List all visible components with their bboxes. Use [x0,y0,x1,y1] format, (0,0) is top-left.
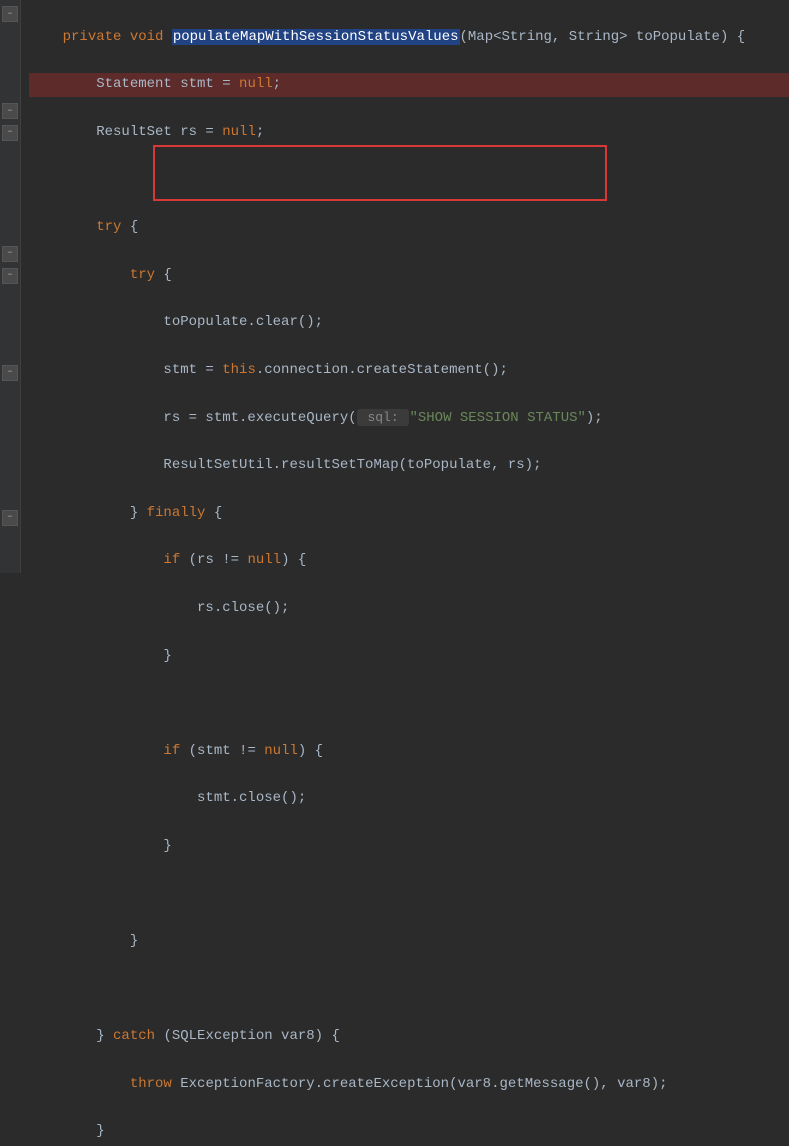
code-area[interactable]: private void populateMapWithSessionStatu… [21,0,789,573]
code-line[interactable]: throw ExceptionFactory.createException(v… [29,1073,789,1097]
keyword: catch [113,1028,163,1044]
keyword: try [29,267,163,283]
fold-toggle-icon[interactable]: − [2,246,18,262]
keyword: private [63,29,130,45]
parameter-hint: sql: [357,409,410,426]
code-line[interactable]: private void populateMapWithSessionStatu… [29,26,789,50]
code-line-blank[interactable] [29,978,789,1002]
code-text: { [130,219,138,235]
code-line[interactable]: rs = stmt.executeQuery( sql: "SHOW SESSI… [29,407,789,431]
code-text: (Map<String, String> toPopulate) { [460,29,746,45]
code-line[interactable]: } [29,645,789,669]
code-text: (SQLException var8) { [163,1028,339,1044]
gutter: − − − − − − − [0,0,21,573]
code-line[interactable]: } [29,1120,789,1144]
keyword-null: null [239,76,273,92]
string-literal: "SHOW SESSION STATUS" [409,410,585,426]
code-text: ; [273,76,281,92]
code-line[interactable]: rs.close(); [29,597,789,621]
code-text: stmt = [29,362,222,378]
code-text: ) { [281,552,306,568]
code-line[interactable]: ResultSet rs = null; [29,121,789,145]
code-line[interactable]: } finally { [29,502,789,526]
code-line[interactable]: toPopulate.clear(); [29,311,789,335]
code-text: ResultSetUtil.resultSetToMap(toPopulate,… [29,457,541,473]
code-text: ; [256,124,264,140]
code-line[interactable]: try { [29,264,789,288]
code-line[interactable]: } catch (SQLException var8) { [29,1025,789,1049]
code-text: } [29,838,172,854]
code-text: Statement stmt = [29,76,239,92]
code-line-blank[interactable] [29,169,789,193]
keyword-null: null [247,552,281,568]
keyword-this: this [222,362,256,378]
keyword-null: null [264,743,298,759]
keyword: void [130,29,172,45]
fold-toggle-icon[interactable]: − [2,6,18,22]
code-line[interactable]: stmt.close(); [29,787,789,811]
code-line-blank[interactable] [29,882,789,906]
code-text: (rs != [189,552,248,568]
code-text: ExceptionFactory.createException(var8.ge… [180,1076,667,1092]
code-line[interactable]: if (rs != null) { [29,549,789,573]
code-text: ) { [298,743,323,759]
keyword: throw [29,1076,180,1092]
code-text: { [214,505,222,521]
code-text: ); [586,410,603,426]
code-line[interactable]: if (stmt != null) { [29,740,789,764]
code-text: ResultSet rs = [29,124,222,140]
code-text: } [29,933,138,949]
code-text: } [29,648,172,664]
fold-toggle-icon[interactable]: − [2,125,18,141]
keyword: finally [147,505,214,521]
code-line[interactable]: try { [29,216,789,240]
code-text: .connection.createStatement(); [256,362,508,378]
code-text: } [29,1123,105,1139]
keyword: if [29,743,189,759]
keyword: try [29,219,130,235]
code-text: rs = stmt.executeQuery( [29,410,357,426]
code-line-error[interactable]: Statement stmt = null; [29,73,789,97]
keyword: if [29,552,189,568]
code-editor[interactable]: − − − − − − − private void po [0,0,789,573]
code-text: rs.close(); [29,600,289,616]
code-text: } [29,1028,113,1044]
code-text: } [29,505,147,521]
code-line[interactable]: } [29,835,789,859]
code-text: { [163,267,171,283]
fold-toggle-icon[interactable]: − [2,268,18,284]
selected-method-name: populateMapWithSessionStatusValues [172,29,460,45]
code-line-blank[interactable] [29,692,789,716]
keyword-null: null [222,124,256,140]
code-line[interactable]: stmt = this.connection.createStatement()… [29,359,789,383]
fold-toggle-icon[interactable]: − [2,510,18,526]
code-line[interactable]: ResultSetUtil.resultSetToMap(toPopulate,… [29,454,789,478]
code-line[interactable]: } [29,930,789,954]
fold-toggle-icon[interactable]: − [2,103,18,119]
fold-toggle-icon[interactable]: − [2,365,18,381]
code-text: (stmt != [189,743,265,759]
code-text: toPopulate.clear(); [29,314,323,330]
code-text: stmt.close(); [29,790,306,806]
